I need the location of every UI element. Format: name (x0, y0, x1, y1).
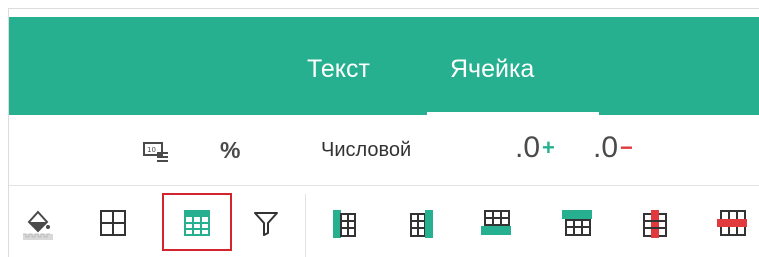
tab-header: Текст Ячейка (9, 17, 759, 115)
increase-decimal-button[interactable]: .0+ (515, 131, 555, 165)
number-format-icon[interactable]: 10 (143, 140, 169, 162)
filter-icon[interactable] (251, 208, 281, 238)
percent-button[interactable]: % (220, 137, 240, 164)
insert-row-above-icon[interactable] (560, 208, 592, 238)
insert-row-below-icon[interactable] (479, 208, 511, 238)
cell-toolbar (9, 186, 759, 257)
number-format-dropdown[interactable]: Числовой (321, 139, 411, 162)
fill-color-icon[interactable] (21, 208, 53, 240)
decrease-decimal-button[interactable]: .0− (593, 131, 633, 165)
borders-icon[interactable] (98, 208, 128, 238)
svg-text:10: 10 (147, 146, 156, 154)
decrease-decimal-digit: .0 (593, 131, 619, 164)
plus-icon: + (542, 135, 555, 160)
delete-column-icon[interactable] (640, 208, 670, 238)
increase-decimal-digit: .0 (515, 131, 541, 164)
insert-column-right-icon[interactable] (407, 208, 437, 238)
tab-cell[interactable]: Ячейка (450, 51, 534, 87)
app-window: Текст Ячейка 10 % Числовой .0+ .0− (8, 8, 759, 257)
delete-row-icon[interactable] (715, 208, 747, 238)
minus-icon: − (620, 135, 633, 160)
number-format-bar: 10 % Числовой .0+ .0− (9, 115, 759, 185)
insert-column-left-icon[interactable] (329, 208, 359, 238)
tab-text[interactable]: Текст (307, 51, 370, 87)
format-as-table-icon[interactable] (182, 208, 212, 238)
toolbar-separator (305, 194, 306, 257)
